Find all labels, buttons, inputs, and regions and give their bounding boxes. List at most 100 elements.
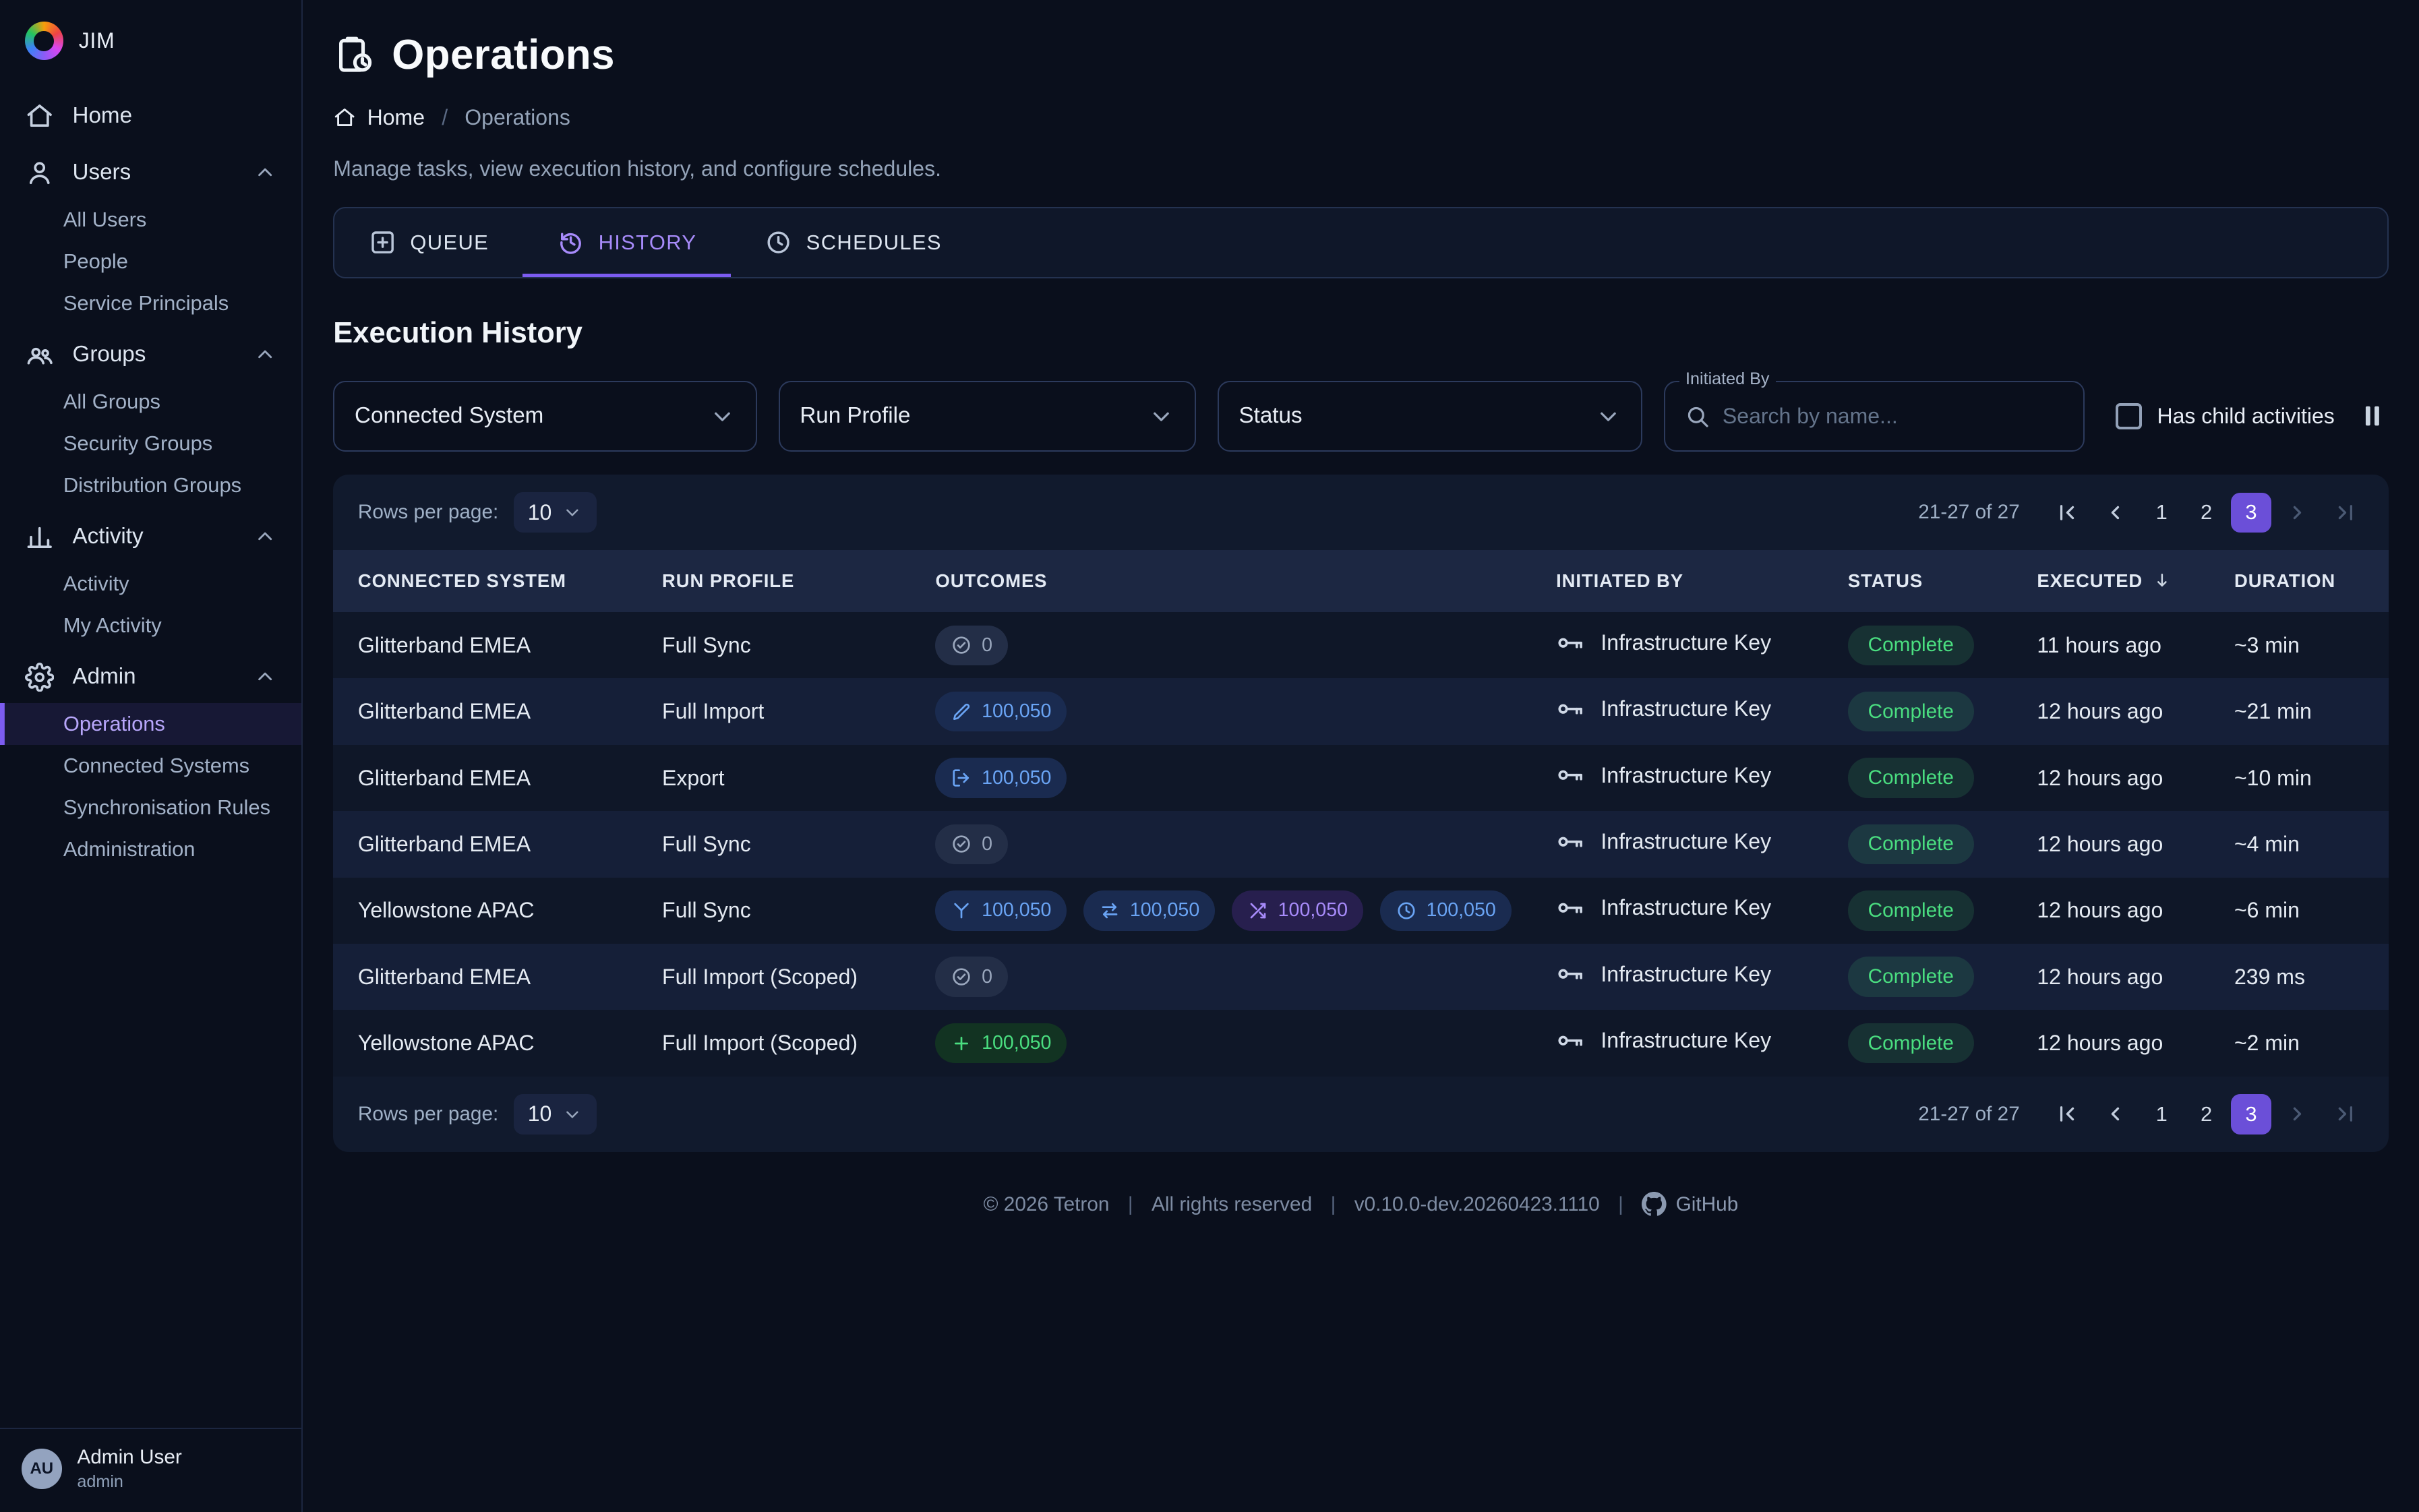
table-row[interactable]: Glitterband EMEA Full Import 100,050 Inf… — [333, 678, 2388, 744]
status-cell: Complete — [1823, 944, 2012, 1010]
page-1-button[interactable]: 1 — [2142, 493, 2182, 533]
executed-cell: 12 hours ago — [2012, 1010, 2210, 1076]
first-page-button[interactable] — [2046, 1093, 2089, 1136]
table-row[interactable]: Yellowstone APAC Full Sync 100,050 100,0… — [333, 878, 2388, 944]
first-page-button[interactable] — [2046, 491, 2089, 534]
has-child-activities-checkbox[interactable]: Has child activities — [2116, 403, 2335, 429]
rows-per-page-select[interactable]: 10 — [514, 492, 597, 533]
tab-queue[interactable]: QUEUE — [334, 208, 522, 276]
tab-schedules[interactable]: SCHEDULES — [731, 208, 976, 276]
check-circle-icon — [951, 833, 972, 855]
column-header-status[interactable]: STATUS — [1823, 550, 2012, 612]
sidebar-item-synchronisation-rules[interactable]: Synchronisation Rules — [0, 787, 301, 828]
filters-row: Connected System Run Profile Status Init… — [333, 381, 2388, 452]
checkbox-box[interactable] — [2116, 403, 2142, 429]
sidebar-item-all-users[interactable]: All Users — [0, 199, 301, 241]
outcome-badge: 0 — [935, 957, 1007, 997]
sidebar-section-activity[interactable]: Activity — [0, 510, 301, 563]
page-1-button[interactable]: 1 — [2142, 1094, 2182, 1135]
run-profile-cell: Full Sync — [637, 612, 910, 678]
table-header-row: CONNECTED SYSTEM RUN PROFILE OUTCOMES IN… — [333, 550, 2388, 612]
table-row[interactable]: Glitterband EMEA Full Sync 0 Infrastruct… — [333, 612, 2388, 678]
initiated-by-search-field[interactable]: Initiated By — [1664, 381, 2085, 452]
chevron-down-icon — [1148, 403, 1174, 429]
sidebar-item-distribution-groups[interactable]: Distribution Groups — [0, 464, 301, 506]
sidebar: JIM Home Users All Users People Service … — [0, 0, 303, 1512]
connected-system-cell: Glitterband EMEA — [333, 811, 637, 877]
key-icon — [1556, 827, 1585, 856]
pagination-range: 21-27 of 27 — [1918, 1103, 2020, 1126]
executed-cell: 11 hours ago — [2012, 612, 2210, 678]
breadcrumb-current: Operations — [465, 105, 570, 130]
sidebar-item-people[interactable]: People — [0, 241, 301, 282]
sidebar-item-activity[interactable]: Activity — [0, 563, 301, 605]
status-select[interactable]: Status — [1218, 381, 1643, 452]
page-2-button[interactable]: 2 — [2186, 1094, 2227, 1135]
prev-page-button[interactable] — [2094, 491, 2137, 534]
run-profile-cell: Full Import — [637, 678, 910, 744]
sidebar-item-connected-systems[interactable]: Connected Systems — [0, 745, 301, 787]
initiated-by-cell: Infrastructure Key — [1531, 678, 1823, 744]
sidebar-item-my-activity[interactable]: My Activity — [0, 605, 301, 646]
executed-cell: 12 hours ago — [2012, 811, 2210, 877]
page-2-button[interactable]: 2 — [2186, 493, 2227, 533]
groups-icon — [25, 340, 54, 369]
chevron-up-icon — [253, 343, 276, 366]
connected-system-cell: Glitterband EMEA — [333, 678, 637, 744]
footer-version: v0.10.0-dev.20260423.1110 — [1354, 1193, 1600, 1216]
status-cell: Complete — [1823, 678, 2012, 744]
sidebar-item-security-groups[interactable]: Security Groups — [0, 423, 301, 464]
breadcrumb-home-link[interactable]: Home — [333, 105, 425, 130]
rows-per-page-select[interactable]: 10 — [514, 1094, 597, 1135]
column-header-duration[interactable]: DURATION — [2209, 550, 2388, 612]
table-row[interactable]: Glitterband EMEA Full Sync 0 Infrastruct… — [333, 811, 2388, 877]
sidebar-item-administration[interactable]: Administration — [0, 828, 301, 870]
initiated-by-cell: Infrastructure Key — [1531, 745, 1823, 811]
run-profile-select[interactable]: Run Profile — [779, 381, 1196, 452]
tab-history[interactable]: HISTORY — [522, 208, 730, 276]
connected-system-select[interactable]: Connected System — [333, 381, 756, 452]
run-profile-cell: Full Sync — [637, 878, 910, 944]
last-page-button[interactable] — [2324, 491, 2367, 534]
page-3-button[interactable]: 3 — [2231, 493, 2271, 533]
app-logo-icon — [25, 22, 63, 60]
pause-refresh-button[interactable] — [2356, 400, 2389, 432]
duration-cell: 239 ms — [2209, 944, 2388, 1010]
column-header-initiated-by[interactable]: INITIATED BY — [1531, 550, 1823, 612]
search-input[interactable] — [1723, 404, 2065, 429]
table-row[interactable]: Yellowstone APAC Full Import (Scoped) 10… — [333, 1010, 2388, 1076]
next-page-button[interactable] — [2276, 1093, 2319, 1136]
sidebar-item-operations[interactable]: Operations — [0, 703, 301, 745]
github-link[interactable]: GitHub — [1642, 1192, 1738, 1217]
outcomes-cell: 0 — [911, 944, 1532, 1010]
app-root: JIM Home Users All Users People Service … — [0, 0, 2419, 1512]
table-row[interactable]: Glitterband EMEA Full Import (Scoped) 0 … — [333, 944, 2388, 1010]
column-header-outcomes[interactable]: OUTCOMES — [911, 550, 1532, 612]
queue-icon — [369, 229, 396, 256]
last-page-button[interactable] — [2324, 1093, 2367, 1136]
prev-page-button[interactable] — [2094, 1093, 2137, 1136]
sidebar-item-all-groups[interactable]: All Groups — [0, 381, 301, 423]
sidebar-section-admin[interactable]: Admin — [0, 651, 301, 704]
next-page-button[interactable] — [2276, 491, 2319, 534]
outcomes-cell: 100,050 — [911, 745, 1532, 811]
sidebar-item-service-principals[interactable]: Service Principals — [0, 282, 301, 324]
user-role: admin — [77, 1472, 181, 1492]
connected-system-cell: Yellowstone APAC — [333, 878, 637, 944]
key-icon — [1556, 760, 1585, 789]
page-3-button[interactable]: 3 — [2231, 1094, 2271, 1135]
column-header-executed[interactable]: EXECUTED — [2012, 550, 2210, 612]
initiated-by-label: Initiated By — [1679, 369, 1776, 389]
sidebar-section-groups[interactable]: Groups — [0, 328, 301, 381]
avatar: AU — [22, 1449, 62, 1489]
outcome-badge: 100,050 — [1232, 890, 1363, 931]
column-header-run-profile[interactable]: RUN PROFILE — [637, 550, 910, 612]
sidebar-section-users[interactable]: Users — [0, 146, 301, 199]
table-row[interactable]: Glitterband EMEA Export 100,050 Infrastr… — [333, 745, 2388, 811]
duration-cell: ~2 min — [2209, 1010, 2388, 1076]
sidebar-user[interactable]: AU Admin User admin — [0, 1428, 301, 1511]
search-icon — [1684, 403, 1710, 429]
key-icon — [1556, 694, 1585, 723]
column-header-connected-system[interactable]: CONNECTED SYSTEM — [333, 550, 637, 612]
sidebar-item-home[interactable]: Home — [0, 90, 301, 142]
